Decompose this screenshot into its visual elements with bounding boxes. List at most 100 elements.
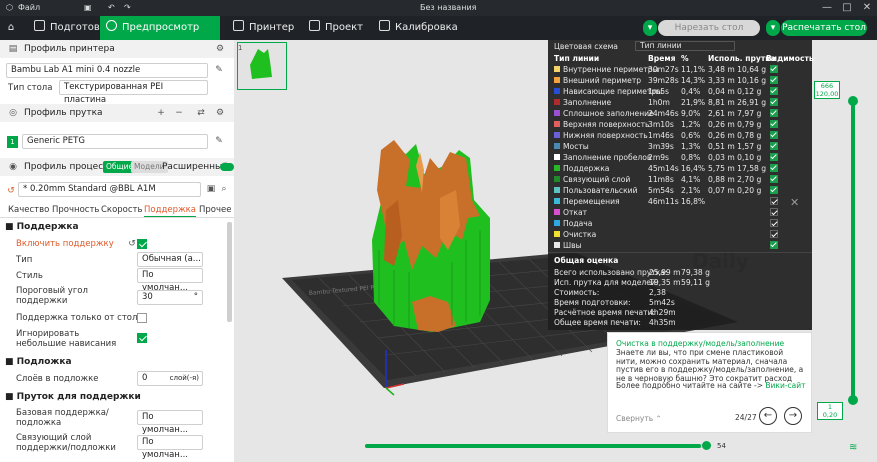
visibility-checkbox[interactable] <box>770 219 778 227</box>
interface-filament-select[interactable]: По умолчан... <box>137 435 203 460</box>
bed-type-label: Тип стола <box>8 83 53 93</box>
legend-row[interactable]: Внутренние периметры 30m27s 11,1% 3,48 m 10… <box>548 64 812 75</box>
bed-type-select[interactable]: Текстурированная PEI пластина <box>59 80 208 105</box>
tab-printer[interactable]: Принтер <box>229 16 298 40</box>
visibility-checkbox[interactable] <box>770 131 778 139</box>
minimize-button[interactable]: — <box>820 2 834 14</box>
process-preset-select[interactable]: * 0.20mm Standard @BBL A1M <box>18 182 201 197</box>
tab-quality[interactable]: Качество <box>8 205 49 215</box>
visibility-checkbox[interactable] <box>770 142 778 150</box>
plate-thumbnail[interactable] <box>237 42 287 90</box>
close-button[interactable]: ✕ <box>860 2 874 14</box>
visibility-checkbox[interactable] <box>770 109 778 117</box>
visibility-checkbox[interactable] <box>770 120 778 128</box>
tip-title-link[interactable]: Очистка в поддержку/модель/заполнение <box>616 339 806 348</box>
layers-icon[interactable]: ≋ <box>849 442 857 453</box>
legend-row[interactable]: Мосты 3m39s 1,3% 0,51 m 1,57 g <box>548 141 812 152</box>
visibility-checkbox[interactable] <box>770 175 778 183</box>
filament-sync-icon[interactable]: ⇄ <box>196 108 206 118</box>
threshold-angle-input[interactable]: 30 ° <box>137 290 203 305</box>
visibility-checkbox[interactable] <box>770 197 778 205</box>
layer-slider-top-thumb[interactable] <box>848 96 858 106</box>
undo-icon[interactable]: ↶ <box>108 3 115 12</box>
moves-slider-track[interactable] <box>365 444 711 448</box>
enable-support-checkbox[interactable] <box>137 239 147 249</box>
support-style-select[interactable]: По умолчан... <box>137 268 203 293</box>
summary-row: Время подготовки: 5m42s <box>548 298 812 308</box>
legend-row[interactable]: Связующий слой 11m8s 4,1% 0,88 m 2,70 g <box>548 174 812 185</box>
visibility-checkbox[interactable] <box>770 65 778 73</box>
prev-tip-icon[interactable]: ← <box>759 407 777 425</box>
visibility-checkbox[interactable] <box>770 208 778 216</box>
next-tip-icon[interactable]: → <box>784 407 802 425</box>
moves-slider-thumb[interactable] <box>702 441 711 450</box>
legend-row[interactable]: Нависающие периметры 1m5s 0,4% 0,04 m 0,12 … <box>548 86 812 97</box>
tab-preview[interactable]: Предпросмотр нарезки <box>100 16 220 57</box>
print-plate-button[interactable]: Распечатать стол <box>781 20 867 36</box>
wiki-link[interactable]: Вики-сайт <box>765 381 805 390</box>
legend-row[interactable]: Верхняя поверхность 3m10s 1,2% 0,26 m 0,79 … <box>548 119 812 130</box>
visibility-checkbox[interactable] <box>770 230 778 238</box>
build-plate-only-checkbox[interactable] <box>137 313 147 323</box>
print-mode-icon[interactable]: ▾ <box>766 20 780 36</box>
legend-row[interactable]: Очистка <box>548 229 812 240</box>
legend-row[interactable]: Швы <box>548 240 812 251</box>
tab-others[interactable]: Прочее <box>199 205 231 215</box>
visibility-checkbox[interactable] <box>770 76 778 84</box>
visibility-checkbox[interactable] <box>770 164 778 172</box>
base-filament-select[interactable]: По умолчан... <box>137 410 203 435</box>
color-scheme-select[interactable]: Тип линии <box>635 41 735 51</box>
layer-slider-track[interactable] <box>851 100 855 402</box>
add-filament-icon[interactable]: + <box>156 108 166 118</box>
reset-value-icon[interactable]: ↺ <box>127 239 137 249</box>
file-menu[interactable]: Файл <box>18 3 40 12</box>
visibility-checkbox[interactable] <box>770 241 778 249</box>
visibility-checkbox[interactable] <box>770 87 778 95</box>
legend-name: Нижняя поверхность <box>563 131 648 140</box>
settings-scrollbar[interactable] <box>227 222 232 322</box>
slice-mode-icon[interactable]: ▾ <box>643 20 657 36</box>
tab-support[interactable]: Поддержка <box>144 205 196 217</box>
save-preset-icon[interactable]: ▣ <box>206 184 216 194</box>
legend-pct: 16,4% <box>681 164 706 173</box>
legend-time: 1m5s <box>648 87 670 96</box>
legend-row[interactable]: Нижняя поверхность 1m46s 0,6% 0,26 m 0,78 g <box>548 130 812 141</box>
legend-row[interactable]: Внешний периметр 39m28s 14,3% 3,33 m 10,16 … <box>548 75 812 86</box>
maximize-button[interactable]: □ <box>840 2 854 14</box>
remove-filament-icon[interactable]: − <box>174 108 184 118</box>
tab-strength[interactable]: Прочность <box>52 205 99 215</box>
tab-project[interactable]: Проект <box>305 16 367 40</box>
filament-select[interactable]: Generic PETG <box>22 134 208 149</box>
legend-row[interactable]: Откат <box>548 207 812 218</box>
raft-layers-input[interactable]: 0 слой(-я) <box>137 371 203 386</box>
legend-row[interactable]: Заполнение пробелов 2m9s 0,8% 0,03 m 0,10 g <box>548 152 812 163</box>
printer-settings-icon[interactable]: ⚙ <box>215 44 225 54</box>
home-icon[interactable]: ⌂ <box>0 16 22 40</box>
filament-settings-icon[interactable]: ⚙ <box>215 108 225 118</box>
printer-select[interactable]: Bambu Lab A1 mini 0.4 nozzle <box>6 63 208 78</box>
collapse-tip-button[interactable]: Свернуть ⌃ <box>616 414 662 423</box>
dismiss-icon[interactable]: ✕ <box>790 196 799 209</box>
legend-row[interactable]: Сплошное заполнение 24m46s 9,0% 2,61 m 7,97… <box>548 108 812 119</box>
layer-slider-bottom-thumb[interactable] <box>848 395 858 405</box>
reset-preset-icon[interactable]: ↺ <box>6 186 16 196</box>
tab-calibration[interactable]: Калибровка <box>375 16 462 40</box>
edit-filament-icon[interactable]: ✎ <box>214 136 224 146</box>
slice-plate-button[interactable]: Нарезать стол <box>658 20 760 36</box>
visibility-checkbox[interactable] <box>770 153 778 161</box>
tab-speed[interactable]: Скорость <box>101 205 143 215</box>
legend-row[interactable]: Поддержка 45m14s 16,4% 5,75 m 17,58 g <box>548 163 812 174</box>
search-icon[interactable]: ⌕ <box>219 184 229 194</box>
save-icon[interactable]: ▣ <box>84 3 92 12</box>
ignore-small-overhangs-checkbox[interactable] <box>137 333 147 343</box>
redo-icon[interactable]: ↷ <box>124 3 131 12</box>
visibility-checkbox[interactable] <box>770 98 778 106</box>
edit-printer-icon[interactable]: ✎ <box>214 65 224 75</box>
advanced-toggle[interactable] <box>220 163 234 171</box>
legend-row[interactable]: Перемещения 46m11s 16,8% <box>548 196 812 207</box>
visibility-checkbox[interactable] <box>770 186 778 194</box>
legend-row[interactable]: Пользовательский 5m54s 2,1% 0,07 m 0,20 g <box>548 185 812 196</box>
legend-row[interactable]: Заполнение 1h0m 21,9% 8,81 m 26,91 g <box>548 97 812 108</box>
legend-row[interactable]: Подача <box>548 218 812 229</box>
support-type-select[interactable]: Обычная (а... <box>137 252 203 267</box>
